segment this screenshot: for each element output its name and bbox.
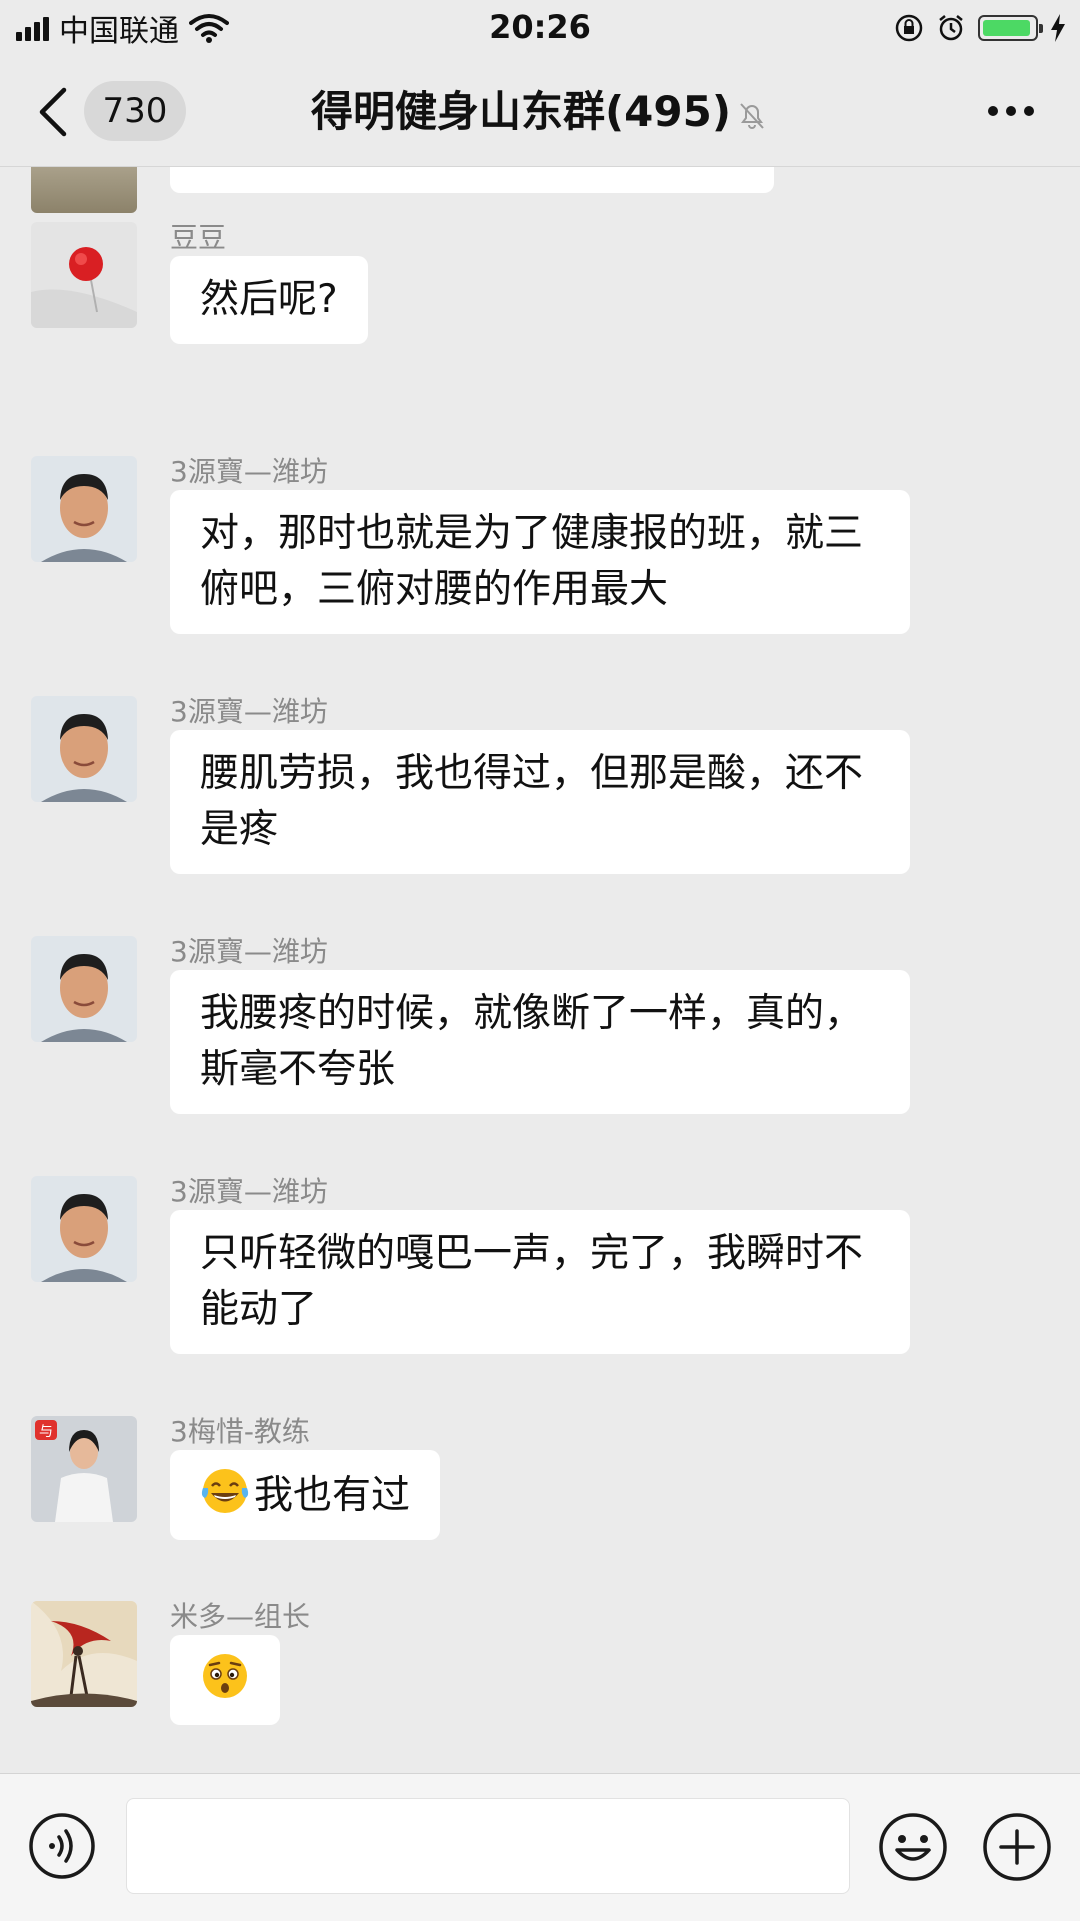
charging-bolt-icon: [1051, 14, 1065, 42]
plus-icon[interactable]: [982, 1812, 1052, 1882]
message-bubble[interactable]: 我也有过: [170, 1450, 441, 1540]
input-bar: [0, 1773, 1080, 1921]
sender-name: 3源寶—潍坊: [170, 935, 328, 968]
sender-name: 3源寶—潍坊: [170, 455, 328, 488]
message-bubble[interactable]: 可能就是所谓的腰肌劳损？: [170, 167, 774, 193]
message-bubble[interactable]: 我腰疼的时候，就像断了一样，真的，斯毫不夸张: [170, 970, 910, 1114]
chat-message-list[interactable]: 可能就是所谓的腰肌劳损？ 豆豆 然后呢? 3源寶—潍坊: [0, 167, 1080, 1773]
mute-bell-icon: [740, 102, 764, 129]
message-bubble[interactable]: 然后呢?: [170, 256, 368, 344]
message-bubble[interactable]: [170, 1635, 280, 1725]
chat-title: 得明健身山东群(495): [310, 87, 732, 136]
status-bar: 中国联通 20:26: [0, 0, 1080, 56]
emoji-icon[interactable]: [878, 1812, 948, 1882]
message-bubble[interactable]: 只听轻微的嘎巴一声，完了，我瞬时不能动了: [170, 1210, 910, 1354]
chat-header: 730 得明健身山东群(495): [0, 56, 1080, 167]
avatar[interactable]: 与: [31, 1416, 137, 1522]
avatar[interactable]: [31, 222, 137, 328]
chat-title-wrap: 得明健身山东群(495): [0, 84, 1080, 140]
avatar[interactable]: [31, 1176, 137, 1282]
message-bubble[interactable]: 对，那时也就是为了健康报的班，就三俯吧，三俯对腰的作用最大: [170, 490, 910, 634]
sender-name: 3源寶—潍坊: [170, 695, 328, 728]
message-text: 我也有过: [254, 1473, 411, 1518]
rotation-lock-icon: [895, 14, 923, 42]
voice-input-icon[interactable]: [28, 1812, 96, 1880]
more-options-icon[interactable]: [988, 106, 1034, 116]
surprised-face-emoji-icon: [203, 1654, 247, 1698]
message-bubble[interactable]: 腰肌劳损，我也得过，但那是酸，还不是疼: [170, 730, 910, 874]
status-right: [894, 8, 1066, 48]
sender-name: 3梅惜-教练: [170, 1415, 310, 1448]
sender-name: 米多—组长: [170, 1600, 311, 1633]
alarm-icon: [939, 15, 963, 41]
avatar[interactable]: [31, 1601, 137, 1707]
laughing-tears-emoji-icon: [201, 1469, 249, 1513]
message-input[interactable]: [126, 1798, 850, 1894]
avatar[interactable]: [31, 936, 137, 1042]
avatar[interactable]: [31, 696, 137, 802]
svg-text:与: 与: [39, 1424, 53, 1440]
sender-name: 豆豆: [170, 221, 227, 254]
battery-icon: [978, 15, 1043, 41]
sender-name: 3源寶—潍坊: [170, 1175, 328, 1208]
avatar[interactable]: [31, 167, 137, 213]
avatar[interactable]: [31, 456, 137, 562]
